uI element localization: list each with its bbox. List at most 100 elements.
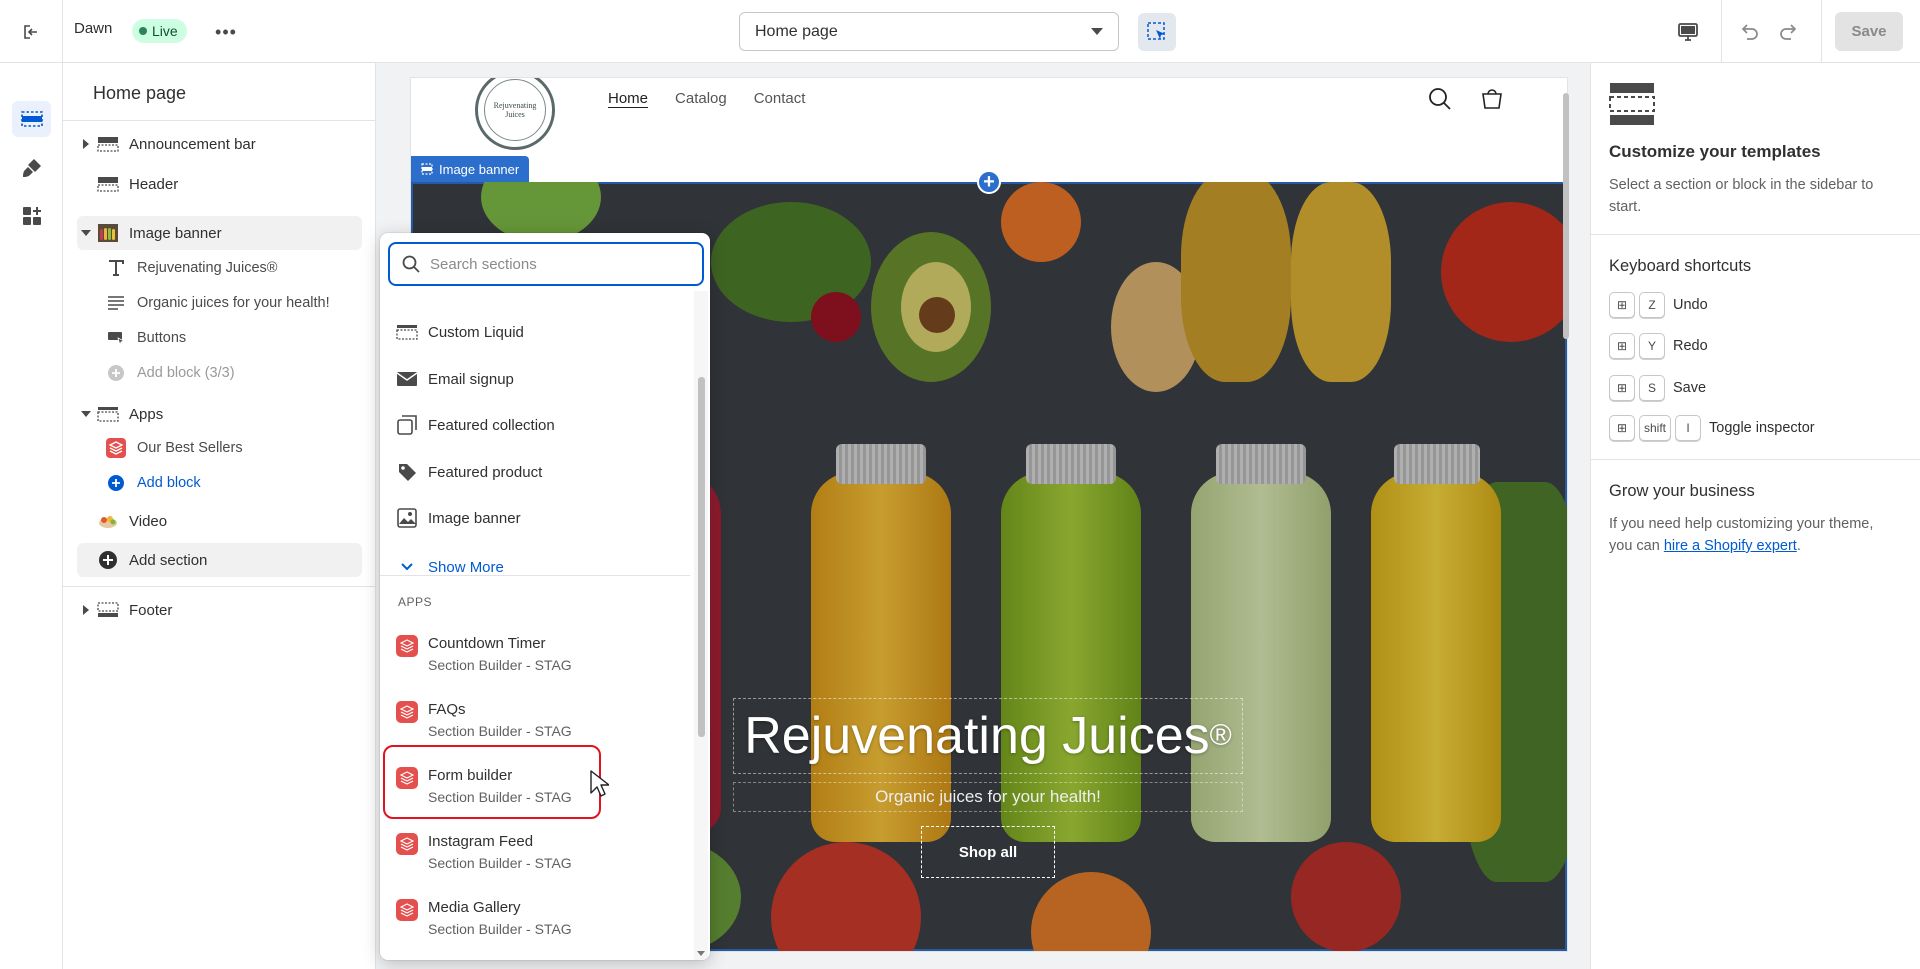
scrollbar-thumb[interactable]: [1563, 93, 1569, 339]
customize-text: Select a section or block in the sidebar…: [1609, 177, 1874, 215]
sidebar-item-video[interactable]: Video: [77, 504, 362, 538]
search-sections-field[interactable]: [388, 242, 704, 286]
sidebar-item-label: Announcement bar: [129, 135, 256, 153]
image-banner-thumb: [95, 223, 121, 243]
redo-button[interactable]: [1773, 16, 1805, 48]
cart-icon[interactable]: [1479, 86, 1505, 112]
template-sections-icon: [1609, 83, 1655, 125]
section-tag-label: Image banner: [439, 161, 520, 177]
app-option-name: Media Gallery: [428, 899, 521, 916]
app-option-countdown-timer[interactable]: Countdown Timer Section Builder - STAG: [396, 631, 686, 685]
store-header-icons: [1427, 86, 1505, 112]
theme-settings-rail-button[interactable]: [12, 150, 51, 186]
nav-link-home[interactable]: Home: [608, 90, 648, 107]
image-banner-section-tag[interactable]: Image banner: [411, 156, 530, 182]
sidebar-item-apps[interactable]: Apps: [77, 397, 362, 431]
sidebar-item-image-banner[interactable]: Image banner: [77, 216, 362, 250]
section-option-email-signup[interactable]: Email signup: [396, 359, 686, 399]
add-section-plus-icon[interactable]: +: [977, 170, 1001, 194]
sidebar-divider: [63, 586, 376, 587]
add-section-button[interactable]: Add section: [77, 543, 362, 577]
app-option-source: Section Builder - STAG: [428, 921, 572, 937]
section-option-featured-product[interactable]: Featured product: [396, 452, 686, 492]
desktop-view-button[interactable]: [1672, 16, 1704, 48]
section-option-featured-collection[interactable]: Featured collection: [396, 405, 686, 445]
apps-icon: [22, 207, 41, 225]
mouse-cursor-icon: [590, 770, 609, 797]
search-icon[interactable]: [1427, 86, 1453, 112]
exit-button[interactable]: [0, 0, 63, 63]
app-block-icon: [396, 635, 418, 657]
store-header[interactable]: Rejuvenating Juices Home Catalog Contact…: [411, 78, 1567, 182]
page-select-value: Home page: [755, 22, 838, 40]
store-logo[interactable]: Rejuvenating Juices: [475, 78, 555, 150]
tag-icon: [396, 461, 418, 483]
redo-icon: [1780, 24, 1797, 40]
more-actions-button[interactable]: •••: [212, 18, 240, 46]
sidebar-block-buttons[interactable]: Buttons: [103, 321, 362, 355]
search-icon: [402, 255, 420, 273]
app-option-source: Section Builder - STAG: [428, 657, 572, 673]
email-icon: [396, 368, 418, 390]
app-block-icon: [103, 438, 129, 458]
shop-all-button[interactable]: Shop all: [921, 826, 1055, 878]
sidebar-block-text[interactable]: Organic juices for your health!: [103, 286, 362, 320]
more-icon: •••: [215, 21, 237, 42]
nav-link-contact[interactable]: Contact: [754, 90, 806, 107]
save-button[interactable]: Save: [1835, 12, 1903, 51]
picker-scrollbar[interactable]: [694, 291, 708, 960]
sidebar-block-heading[interactable]: Rejuvenating Juices®: [103, 251, 362, 285]
hire-expert-link[interactable]: hire a Shopify expert: [1664, 538, 1797, 554]
top-bar: Dawn Live ••• Home page Save: [0, 0, 1920, 63]
section-option-label: Featured collection: [428, 416, 555, 434]
add-block-button[interactable]: Add block: [103, 466, 362, 500]
caret-down-icon: [1091, 28, 1103, 35]
scrollbar-thumb[interactable]: [698, 377, 705, 737]
sections-sidebar: Home page Announcement bar Header Image …: [63, 63, 376, 969]
shortcut-save: ⊞ S Save: [1609, 374, 1706, 402]
nav-link-catalog[interactable]: Catalog: [675, 90, 727, 107]
icon-rail: [0, 63, 63, 969]
select-cursor-icon: [1147, 22, 1165, 40]
section-option-custom-liquid[interactable]: Custom Liquid: [396, 312, 686, 352]
sections-rail-button[interactable]: [12, 101, 51, 137]
app-option-media-gallery[interactable]: Media Gallery Section Builder - STAG: [396, 895, 686, 949]
collapse-arrow-icon[interactable]: [77, 411, 95, 417]
shortcuts-title: Keyboard shortcuts: [1609, 257, 1752, 275]
expand-arrow-icon[interactable]: [77, 605, 95, 615]
block-label: Buttons: [137, 330, 187, 346]
sidebar-item-header[interactable]: Header: [77, 167, 362, 201]
shortcut-toggle-inspector: ⊞ shift I Toggle inspector: [1609, 414, 1815, 442]
add-circle-icon: [95, 550, 121, 570]
collapse-arrow-icon[interactable]: [77, 230, 95, 236]
hero-subheading[interactable]: Organic juices for your health!: [733, 782, 1243, 812]
scroll-down-arrow-icon[interactable]: [697, 951, 705, 956]
app-option-name: Countdown Timer: [428, 635, 546, 652]
search-sections-input[interactable]: [430, 255, 670, 273]
app-option-faqs[interactable]: FAQs Section Builder - STAG: [396, 697, 686, 751]
panel-divider: [1591, 234, 1920, 235]
inspector-toggle-button[interactable]: [1138, 13, 1176, 51]
expand-arrow-icon[interactable]: [77, 139, 95, 149]
key-z: Z: [1639, 292, 1665, 318]
sidebar-item-announcement-bar[interactable]: Announcement bar: [77, 127, 362, 161]
block-label: Our Best Sellers: [137, 440, 243, 456]
hero-heading[interactable]: Rejuvenating Juices ®: [733, 698, 1243, 774]
app-block-icon: [396, 899, 418, 921]
sidebar-item-footer[interactable]: Footer: [77, 593, 362, 627]
buttons-icon: [103, 328, 129, 348]
app-embeds-rail-button[interactable]: [12, 198, 51, 234]
sidebar-block-our-best-sellers[interactable]: Our Best Sellers: [103, 431, 362, 465]
theme-name: Dawn: [74, 20, 113, 37]
shortcut-undo: ⊞ Z Undo: [1609, 291, 1708, 319]
undo-button[interactable]: [1733, 16, 1765, 48]
page-select[interactable]: Home page: [739, 12, 1119, 51]
key-cmd: ⊞: [1609, 375, 1635, 401]
show-more-button[interactable]: Show More: [396, 547, 686, 587]
app-block-icon: [396, 701, 418, 723]
preview-scrollbar[interactable]: [1563, 93, 1569, 938]
app-option-instagram-feed[interactable]: Instagram Feed Section Builder - STAG: [396, 829, 686, 883]
add-section-label: Add section: [129, 551, 208, 569]
add-block-label: Add block (3/3): [137, 365, 235, 381]
section-option-image-banner[interactable]: Image banner: [396, 498, 686, 538]
